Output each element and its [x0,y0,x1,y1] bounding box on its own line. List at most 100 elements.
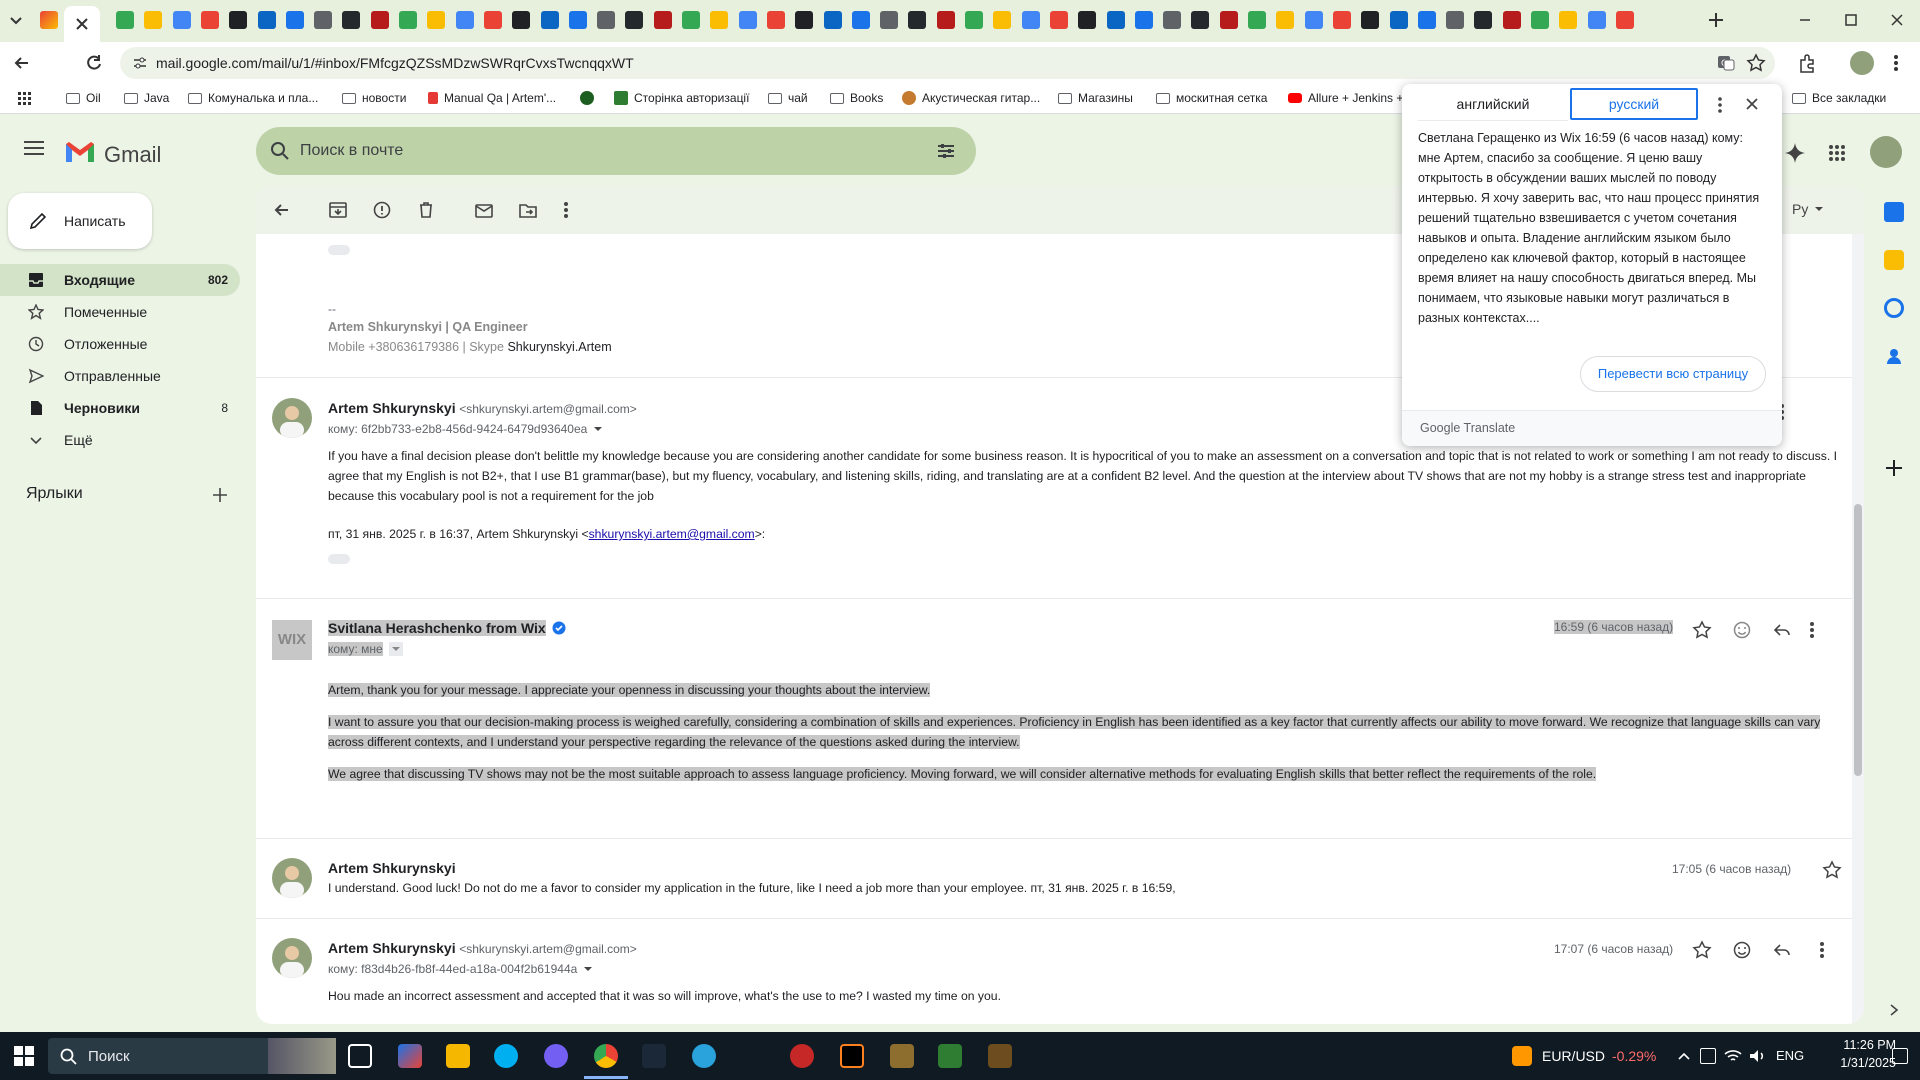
calendar-icon[interactable] [1884,202,1904,222]
game-icon[interactable] [790,1044,814,1068]
avatar[interactable] [272,858,312,898]
taskbar-search[interactable]: Поиск [48,1038,336,1074]
input-tools-lang[interactable]: Ру [1792,201,1824,217]
extensions-icon[interactable] [1797,52,1819,74]
recipient-details[interactable]: кому: f83d4b26-fb8f-44ed-a18a-004f2b6194… [328,962,593,976]
browser-menu-icon[interactable] [1892,53,1900,73]
game-tab-icon[interactable] [1332,11,1351,29]
apps-grid-icon[interactable] [18,92,32,106]
youtube-tab-icon[interactable] [1163,11,1182,29]
reply-icon[interactable] [1772,940,1792,960]
coins-tab-icon[interactable] [200,11,219,29]
bookmark-oil[interactable]: Oil [66,91,101,105]
search-options-icon[interactable] [936,141,956,161]
game-tab-icon[interactable] [1276,11,1295,29]
file-explorer-icon[interactable] [446,1044,470,1068]
medium-tab-icon[interactable] [455,11,474,29]
cloud-tab-icon[interactable] [483,11,502,29]
warcraft-icon[interactable] [890,1044,914,1068]
hide-panel-icon[interactable] [1886,1002,1902,1018]
game-tab-icon[interactable] [1361,11,1380,29]
google-apps-icon[interactable] [1828,144,1846,162]
bookmark-auth[interactable]: Сторінка авторизації [614,91,749,105]
close-tab-icon[interactable] [64,6,100,42]
24-tab-icon[interactable] [1587,11,1606,29]
abc-tab-icon[interactable] [1417,11,1436,29]
apps-tab-icon[interactable] [851,11,870,29]
box-tab-icon[interactable] [936,11,955,29]
google-tab-icon[interactable] [880,11,899,29]
rest-tab-icon[interactable] [766,11,785,29]
star-message-icon[interactable] [1692,940,1712,960]
box-tab-icon[interactable] [823,11,842,29]
input-language[interactable]: ENG [1776,1048,1804,1063]
message-header[interactable]: Artem Shkurynskyi <shkurynskyi.artem@gma… [328,940,637,956]
star-message-icon[interactable] [1822,860,1842,880]
cat-tab-icon[interactable] [399,11,417,29]
linkedin-tab-icon[interactable] [285,11,304,29]
avatar[interactable] [272,398,312,438]
box-tab-icon[interactable] [795,11,814,29]
sheet-tab-icon[interactable] [1559,11,1578,29]
search-icon[interactable] [270,141,290,161]
notion-tab-icon[interactable] [1106,11,1125,29]
message-header[interactable]: Svitlana Herashchenko from Wix [328,620,566,636]
hf-tab-icon[interactable] [1502,11,1521,29]
note-tab-icon[interactable] [1078,11,1097,29]
star-message-icon[interactable] [1692,620,1712,640]
bookmark-shops[interactable]: Магазины [1058,91,1133,105]
close-popup-icon[interactable] [1744,96,1760,112]
nav-inbox[interactable]: Входящие 802 [0,264,240,296]
x-tab-icon[interactable] [512,11,531,29]
volume-icon[interactable] [1748,1048,1766,1064]
message-more-icon[interactable] [1818,940,1826,960]
target-lang-tab[interactable]: русский [1570,88,1698,120]
windows-start-icon[interactable] [14,1046,34,1066]
vpn-tab-icon[interactable] [314,11,333,29]
mq-tab-icon[interactable] [1248,11,1266,29]
cake-tab-icon[interactable] [625,11,644,29]
nav-more[interactable]: Ещё [0,424,240,456]
copilot-icon[interactable] [398,1044,422,1068]
emoji-react-icon[interactable] [1732,620,1752,640]
w-tab-icon[interactable] [1389,11,1408,29]
dot-tab-icon[interactable] [738,11,757,29]
drive-tab-icon[interactable] [116,11,134,29]
jira-tab-icon[interactable] [597,11,616,29]
bookmark-books[interactable]: Books [830,91,883,105]
message-more-icon[interactable] [1808,620,1816,640]
scrollbar-track[interactable] [1852,234,1864,1024]
site-info-icon[interactable] [132,55,148,71]
github-tab-icon[interactable] [370,11,389,29]
back-to-inbox-icon[interactable] [272,200,292,220]
canva-tab-icon[interactable] [1474,11,1493,29]
contacts-icon[interactable] [1884,346,1904,366]
telegram-icon[interactable] [692,1044,716,1068]
translate-icon[interactable]: G [1716,53,1736,73]
recipient-details[interactable]: кому: 6f2bb733-e2b8-456d-9424-6479d93640… [328,422,603,436]
recipient-details[interactable]: кому: мне [328,642,403,656]
email-link[interactable]: shkurynskyi.artem@gmail.com [589,527,755,541]
ai-tab-icon[interactable] [993,11,1012,29]
clock-date[interactable]: 1/31/2025 [1830,1056,1896,1070]
window-close-icon[interactable] [1887,10,1907,30]
report-spam-icon[interactable] [372,200,392,220]
account-avatar[interactable] [1870,136,1902,168]
main-menu-icon[interactable] [24,140,44,156]
bookmark-guitar[interactable]: Акустическая гитар... [902,91,1040,105]
show-trimmed-content[interactable] [328,245,350,255]
move-to-icon[interactable] [518,200,538,220]
profile-avatar[interactable] [1850,51,1874,75]
new-tab-icon[interactable] [1706,10,1726,30]
gmail-tab-icon[interactable] [40,11,58,29]
pen-tab-icon[interactable] [682,11,700,29]
blogger-tab-icon[interactable] [568,11,587,29]
sender-name[interactable]: Artem Shkurynskyi [328,860,456,876]
bookmark-green[interactable] [580,91,594,105]
minimize-icon[interactable] [1795,10,1815,30]
keep-tab-icon[interactable] [229,11,248,29]
active-tab[interactable] [64,6,100,42]
delete-icon[interactable] [416,200,436,220]
wix-avatar[interactable]: WIX [272,620,312,660]
add-label-icon[interactable] [212,487,228,503]
